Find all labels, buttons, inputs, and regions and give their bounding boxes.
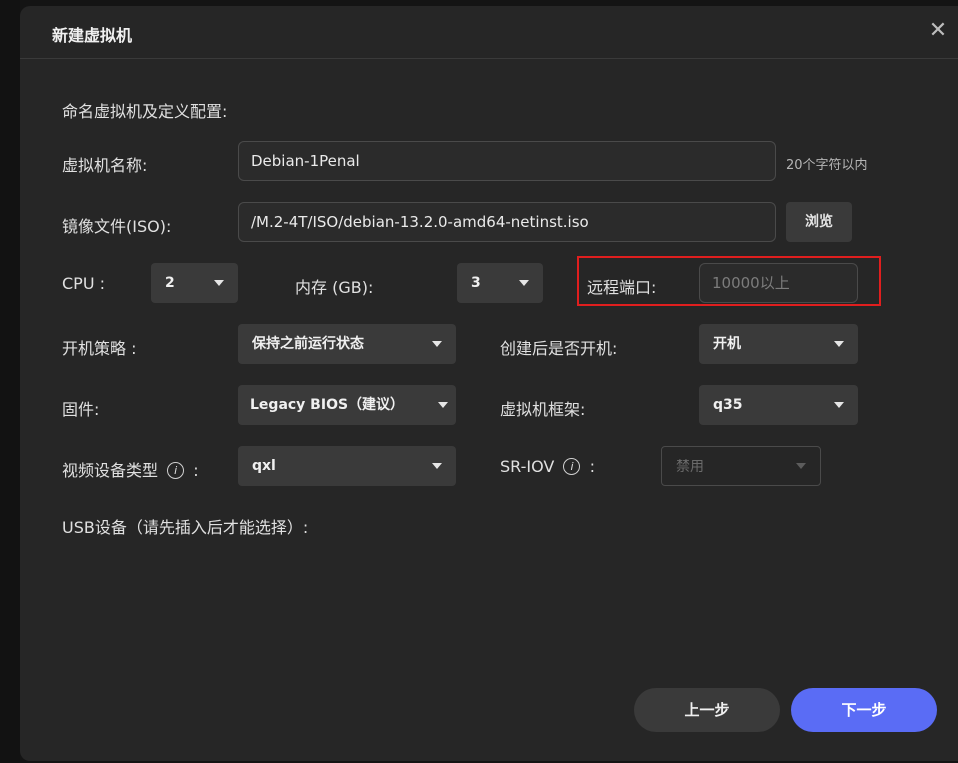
memory-value: 3 [471,275,481,291]
prev-step-button[interactable]: 上一步 [634,688,780,732]
close-icon[interactable]: ✕ [926,20,950,44]
power-on-value: 开机 [713,336,741,352]
sriov-colon: : [589,457,595,476]
chevron-down-icon [432,463,442,469]
video-device-label-group: 视频设备类型 i : [62,457,199,481]
vm-arch-value: q35 [713,397,743,413]
cpu-select[interactable]: 2 [151,263,238,303]
chevron-down-icon [796,463,806,469]
info-icon[interactable]: i [167,462,185,479]
backdrop [0,0,20,763]
firmware-value: Legacy BIOS（建议） [250,397,405,413]
sriov-value: 禁用 [676,459,704,475]
next-step-button[interactable]: 下一步 [791,688,937,732]
chevron-down-icon [834,402,844,408]
chevron-down-icon [214,280,224,286]
iso-path-input[interactable]: /M.2-4T/ISO/debian-13.2.0-amd64-netinst.… [238,202,776,242]
cpu-label: CPU : [62,274,106,293]
vm-arch-select[interactable]: q35 [699,385,858,425]
power-on-label: 创建后是否开机: [500,339,618,358]
sriov-label: SR-IOV [500,457,555,476]
info-icon[interactable]: i [563,458,581,475]
chevron-down-icon [438,402,448,408]
memory-select[interactable]: 3 [457,263,543,303]
firmware-select[interactable]: Legacy BIOS（建议） [238,385,456,425]
boot-policy-select[interactable]: 保持之前运行状态 [238,324,456,364]
video-device-colon: : [193,461,199,480]
usb-label: USB设备（请先插入后才能选择）: [62,518,309,537]
video-device-value: qxl [252,458,276,474]
remote-port-input[interactable]: 10000以上 [699,263,858,303]
browse-button[interactable]: 浏览 [786,202,852,242]
cpu-value: 2 [165,275,175,291]
video-device-label: 视频设备类型 [62,461,159,480]
new-vm-dialog: 新建虚拟机 ✕ 命名虚拟机及定义配置: 虚拟机名称: Debian-1Penal… [20,6,958,761]
remote-port-label: 远程端口: [587,278,657,297]
vm-name-input[interactable]: Debian-1Penal [238,141,776,181]
section-label: 命名虚拟机及定义配置: [62,102,228,121]
power-on-select[interactable]: 开机 [699,324,858,364]
dialog-header: 新建虚拟机 ✕ [20,6,958,59]
firmware-label: 固件: [62,400,100,419]
vm-arch-label: 虚拟机框架: [500,400,586,419]
sriov-select: 禁用 [661,446,821,486]
vm-name-label: 虚拟机名称: [62,156,148,175]
sriov-label-group: SR-IOV i : [500,457,595,476]
boot-policy-label: 开机策略 : [62,339,137,358]
dialog-title: 新建虚拟机 [52,26,133,45]
vm-name-hint: 20个字符以内 [786,158,868,173]
chevron-down-icon [834,341,844,347]
chevron-down-icon [519,280,529,286]
iso-label: 镜像文件(ISO): [62,217,172,236]
memory-label: 内存 (GB): [295,278,374,297]
chevron-down-icon [432,341,442,347]
boot-policy-value: 保持之前运行状态 [252,336,364,352]
video-device-select[interactable]: qxl [238,446,456,486]
